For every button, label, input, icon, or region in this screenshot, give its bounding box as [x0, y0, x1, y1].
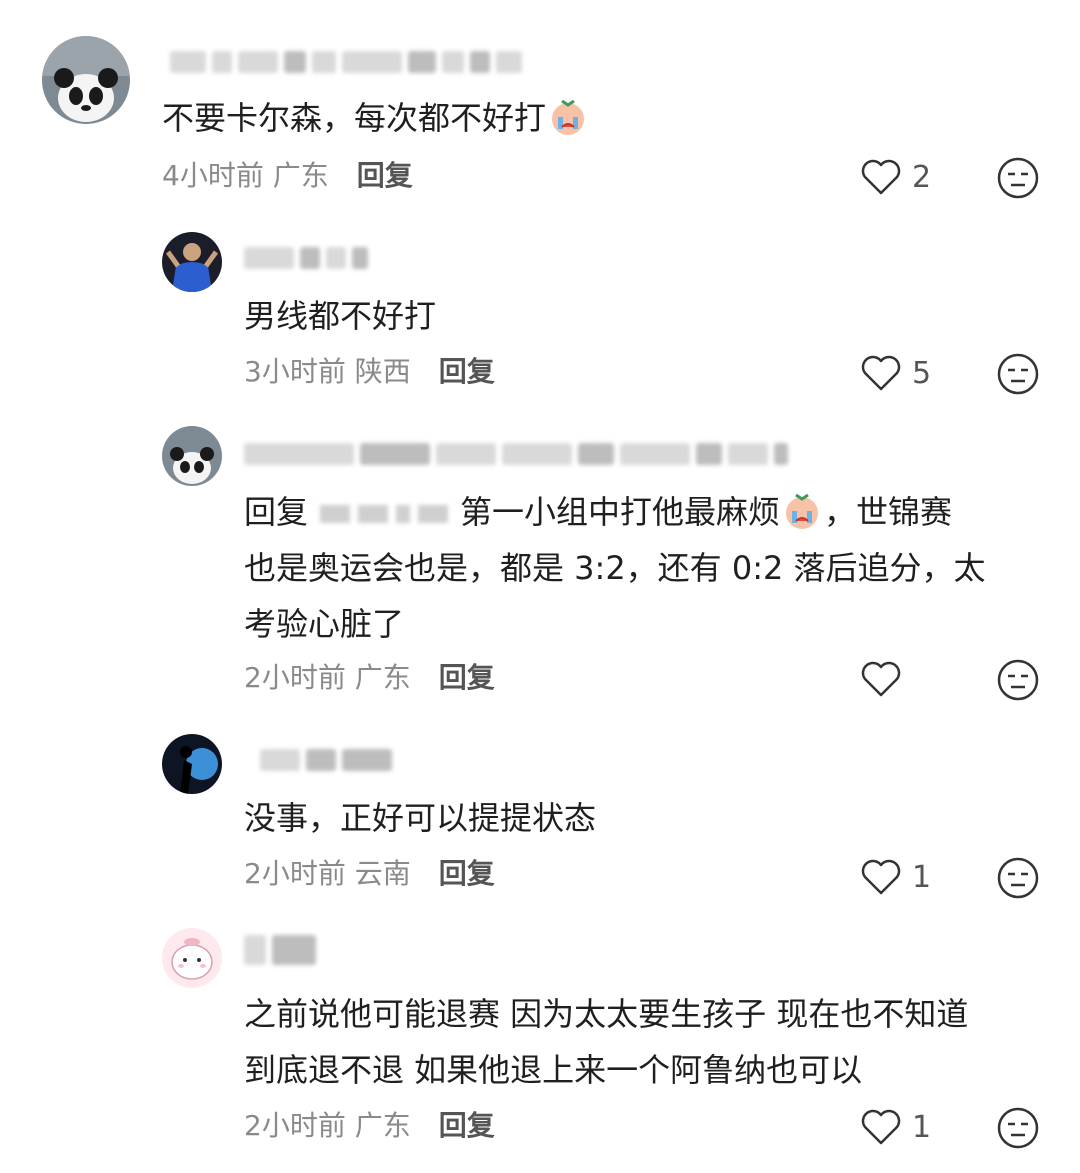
unamused-face-icon	[997, 157, 1039, 199]
comment-meta: 2小时前 云南 回复	[244, 856, 495, 892]
heart-icon	[861, 355, 901, 391]
comment-text: 之前说他可能退赛 因为太太要生孩子 现在也不知道 到底退不退 如果他退上来一个阿…	[244, 986, 1044, 1098]
location: 广东	[354, 661, 411, 694]
avatar[interactable]	[162, 426, 222, 486]
panda-avatar-image	[162, 426, 222, 486]
username-blurred[interactable]	[244, 244, 368, 272]
reply-prefix: 回复	[244, 493, 309, 531]
reply-button[interactable]: 回复	[357, 158, 413, 194]
dislike-button[interactable]	[996, 658, 1040, 706]
comment-text: 回复 第一小组中打他最麻烦 ，世锦赛 也是奥运会也是，都是 3:2，还有 0:2 落…	[244, 484, 1044, 652]
avatar[interactable]	[162, 928, 222, 988]
unamused-face-icon	[997, 1107, 1039, 1149]
silhouette-avatar-image	[162, 734, 222, 794]
dislike-button[interactable]	[996, 352, 1040, 400]
crying-emoji-icon	[546, 93, 590, 137]
username-blurred[interactable]	[244, 935, 316, 965]
avatar[interactable]	[42, 36, 130, 124]
comment-line-1: 之前说他可能退赛 因为太太要生孩子 现在也不知道	[244, 995, 969, 1033]
like-button[interactable]: 1	[860, 1108, 931, 1146]
like-button[interactable]: 1	[860, 858, 931, 896]
player-avatar-image	[162, 232, 222, 292]
like-count: 1	[912, 1109, 932, 1145]
comment-text-content: 第一小组中打他最麻烦	[460, 493, 781, 531]
unamused-face-icon	[997, 857, 1039, 899]
like-count: 1	[912, 859, 932, 895]
comment-line-2: 到底退不退 如果他退上来一个阿鲁纳也可以	[244, 1051, 863, 1089]
location: 陕西	[354, 355, 411, 388]
username-blurred[interactable]	[244, 440, 788, 468]
crying-emoji-icon	[780, 487, 824, 531]
location: 广东	[272, 159, 329, 192]
comment-text: 没事，正好可以提提状态	[244, 799, 597, 837]
location: 云南	[354, 857, 411, 890]
dislike-button[interactable]	[996, 856, 1040, 904]
timestamp: 2小时前	[244, 857, 346, 890]
comment-line-3: 考验心脏了	[244, 605, 405, 643]
like-count: 5	[912, 355, 932, 391]
reply-button[interactable]: 回复	[439, 354, 495, 390]
reply-button[interactable]: 回复	[439, 660, 495, 696]
reply-button[interactable]: 回复	[439, 856, 495, 892]
panda-avatar-image	[42, 36, 130, 124]
reply-button[interactable]: 回复	[439, 1108, 495, 1144]
heart-icon	[861, 661, 901, 697]
like-count: 2	[912, 159, 932, 195]
username-blurred[interactable]	[260, 746, 392, 774]
timestamp: 2小时前	[244, 661, 346, 694]
unamused-face-icon	[997, 353, 1039, 395]
mention-blurred[interactable]	[320, 505, 449, 523]
timestamp: 2小时前	[244, 1109, 346, 1142]
heart-icon	[861, 159, 901, 195]
comment-meta: 2小时前 广东 回复	[244, 1108, 495, 1144]
cartoon-avatar-image	[162, 928, 222, 988]
comment-text-content: 不要卡尔森，每次都不好打	[162, 99, 547, 137]
comment-meta: 4小时前 广东 回复	[162, 158, 413, 194]
unamused-face-icon	[997, 659, 1039, 701]
timestamp: 3小时前	[244, 355, 346, 388]
dislike-button[interactable]	[996, 1106, 1040, 1154]
location: 广东	[354, 1109, 411, 1142]
comment-text: 不要卡尔森，每次都不好打	[162, 90, 590, 146]
comment-line-1: 回复 第一小组中打他最麻烦 ，世锦赛	[244, 484, 1044, 540]
comment-meta: 2小时前 广东 回复	[244, 660, 495, 696]
comment-meta: 3小时前 陕西 回复	[244, 354, 495, 390]
comment-text: 男线都不好打	[244, 297, 437, 335]
avatar[interactable]	[162, 232, 222, 292]
comment-line-2: 也是奥运会也是，都是 3:2，还有 0:2 落后追分，太	[244, 549, 986, 587]
timestamp: 4小时前	[162, 159, 264, 192]
username-blurred[interactable]	[170, 48, 522, 76]
like-button[interactable]	[860, 660, 912, 698]
like-button[interactable]: 5	[860, 354, 931, 392]
dislike-button[interactable]	[996, 156, 1040, 204]
like-button[interactable]: 2	[860, 158, 931, 196]
heart-icon	[861, 1109, 901, 1145]
comment-text-content: ，世锦赛	[824, 493, 953, 531]
avatar[interactable]	[162, 734, 222, 794]
heart-icon	[861, 859, 901, 895]
